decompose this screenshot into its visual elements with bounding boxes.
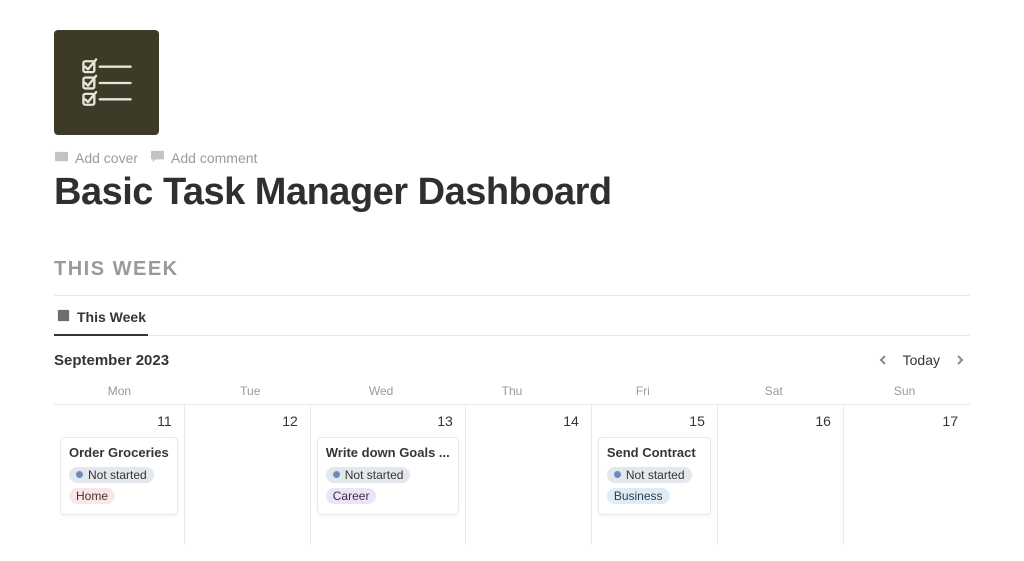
calendar-icon [56,308,71,326]
add-comment-label: Add comment [171,150,257,166]
calendar-grid: 11 Order Groceries Not started Home 12 1… [54,404,970,545]
day-header: Sat [708,384,839,398]
calendar-cell[interactable]: 11 Order Groceries Not started Home [54,405,185,545]
date-number: 14 [472,411,585,435]
event-card[interactable]: Write down Goals ... Not started Career [317,437,459,515]
comment-icon [150,149,165,167]
date-number: 13 [317,411,459,435]
calendar-cell[interactable]: 17 [844,405,970,545]
page-icon[interactable] [54,30,159,135]
calendar-cell[interactable]: 15 Send Contract Not started Business [592,405,718,545]
day-header: Wed [316,384,447,398]
image-icon [54,149,69,167]
status-badge: Not started [69,467,154,483]
next-week-button[interactable] [950,348,970,372]
tag-label: Home [76,489,108,503]
chevron-left-icon [878,355,888,365]
status-dot-icon [76,471,83,478]
chevron-right-icon [955,355,965,365]
day-header: Sun [839,384,970,398]
status-dot-icon [614,471,621,478]
status-label: Not started [88,468,147,482]
status-label: Not started [345,468,404,482]
event-title: Send Contract [607,445,702,460]
status-dot-icon [333,471,340,478]
event-card[interactable]: Order Groceries Not started Home [60,437,178,515]
day-headers: Mon Tue Wed Thu Fri Sat Sun [54,382,970,404]
day-header: Tue [185,384,316,398]
today-button[interactable]: Today [903,352,940,368]
date-number: 16 [724,411,837,435]
prev-week-button[interactable] [873,348,893,372]
date-number: 11 [60,411,178,435]
calendar-cell[interactable]: 13 Write down Goals ... Not started Care… [311,405,466,545]
page-title: Basic Task Manager Dashboard [54,171,970,214]
status-badge: Not started [607,467,692,483]
calendar-cell[interactable]: 16 [718,405,844,545]
calendar-cell[interactable]: 14 [466,405,592,545]
tag-label: Career [333,489,370,503]
add-cover-label: Add cover [75,150,138,166]
tabs-row: This Week [54,302,970,336]
date-number: 12 [191,411,304,435]
date-number: 15 [598,411,711,435]
event-card[interactable]: Send Contract Not started Business [598,437,711,515]
tab-this-week[interactable]: This Week [54,302,148,336]
day-header: Fri [577,384,708,398]
month-label: September 2023 [54,352,169,369]
divider [54,295,970,296]
add-comment-button[interactable]: Add comment [150,149,257,167]
status-label: Not started [626,468,685,482]
section-heading: THIS WEEK [54,258,970,281]
add-cover-button[interactable]: Add cover [54,149,138,167]
event-title: Order Groceries [69,445,169,460]
tab-label: This Week [77,309,146,325]
calendar-cell[interactable]: 12 [185,405,311,545]
tag-badge: Home [69,488,115,504]
tag-label: Business [614,489,663,503]
tag-badge: Career [326,488,377,504]
date-number: 17 [850,411,964,435]
day-header: Mon [54,384,185,398]
status-badge: Not started [326,467,411,483]
event-title: Write down Goals ... [326,445,450,460]
tag-badge: Business [607,488,670,504]
day-header: Thu [447,384,578,398]
